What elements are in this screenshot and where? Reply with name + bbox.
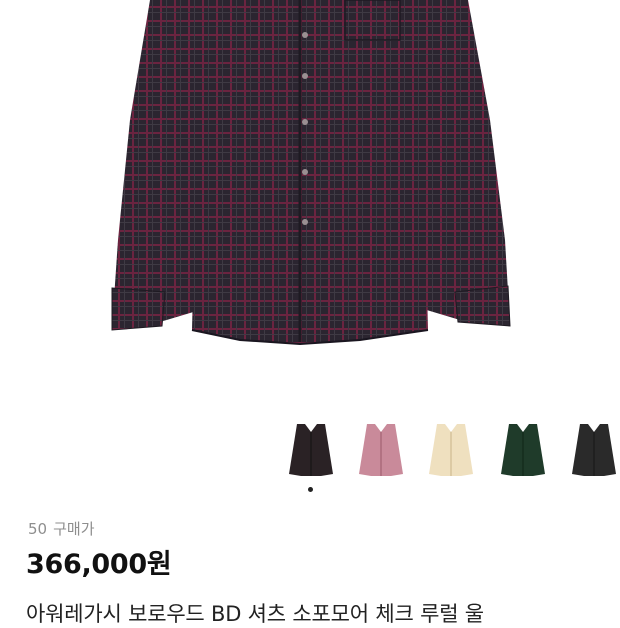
variant-thumb-2[interactable] — [355, 418, 407, 482]
purchase-label: 구매가 — [53, 520, 95, 538]
variant-thumbnails — [0, 418, 620, 498]
variant-thumb-4[interactable] — [497, 418, 549, 482]
active-variant-indicator — [308, 487, 313, 492]
purchase-count-row: 50 구매가 — [28, 518, 95, 539]
shirt-cream-check-icon — [429, 424, 473, 476]
shirt-illustration — [111, 0, 511, 346]
shirt-charcoal-icon — [572, 424, 616, 476]
variant-thumb-5[interactable] — [568, 418, 620, 482]
purchase-count: 50 — [28, 520, 48, 538]
product-price: 366,000원 — [26, 549, 172, 580]
shirt-green-check-icon — [501, 424, 545, 476]
shirt-pink-check-icon — [359, 424, 403, 476]
product-title: 아워레가시 보로우드 BD 셔츠 소포모어 체크 루럴 울 — [26, 602, 484, 626]
product-hero-image[interactable] — [0, 0, 620, 400]
variant-thumb-3[interactable] — [425, 418, 477, 482]
variant-thumb-1[interactable] — [285, 418, 337, 482]
shirt-black-check-icon — [289, 424, 333, 476]
